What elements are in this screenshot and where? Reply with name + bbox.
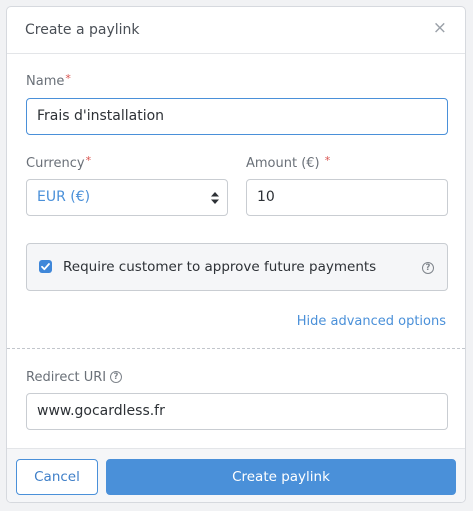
name-label: Name*: [26, 72, 71, 89]
dialog-title: Create a paylink: [25, 22, 140, 38]
redirect-uri-input[interactable]: www.gocardless.fr: [26, 393, 448, 430]
approval-checkbox-label[interactable]: Require customer to approve future payme…: [63, 259, 376, 275]
currency-label: Currency*: [26, 154, 92, 171]
create-paylink-dialog: Create a paylink × Name* Frais d'install…: [6, 6, 466, 503]
create-paylink-button[interactable]: Create paylink: [106, 459, 456, 495]
close-icon[interactable]: ×: [433, 20, 447, 37]
currency-label-text: Currency: [26, 156, 85, 171]
dialog-header: Create a paylink ×: [7, 7, 465, 54]
amount-label-text: Amount (€): [246, 156, 320, 171]
checkmark-icon: [41, 263, 50, 271]
select-arrows-icon: [211, 192, 219, 204]
dialog-footer: Cancel Create paylink: [7, 448, 465, 502]
currency-select-value: EUR (€): [37, 189, 91, 205]
redirect-uri-input-value: www.gocardless.fr: [37, 403, 165, 419]
currency-required-mark: *: [85, 154, 92, 167]
name-required-mark: *: [65, 72, 71, 85]
amount-label: Amount (€) *: [246, 154, 331, 171]
approval-option-panel: Require customer to approve future payme…: [26, 243, 448, 291]
approval-checkbox[interactable]: [39, 260, 52, 273]
hide-advanced-options-link[interactable]: Hide advanced options: [297, 314, 446, 329]
redirect-uri-help-icon[interactable]: ?: [110, 371, 122, 383]
amount-input-value: 10: [257, 189, 275, 205]
redirect-uri-label: Redirect URI: [26, 370, 106, 385]
amount-input[interactable]: 10: [246, 179, 448, 216]
cancel-button[interactable]: Cancel: [16, 459, 98, 495]
amount-required-mark: *: [324, 154, 331, 167]
currency-select[interactable]: EUR (€): [26, 179, 228, 216]
name-input[interactable]: Frais d'installation: [26, 98, 448, 135]
advanced-section-divider: [7, 348, 465, 349]
name-input-value: Frais d'installation: [37, 108, 165, 124]
name-label-text: Name: [26, 74, 65, 89]
approval-help-icon[interactable]: ?: [422, 262, 434, 274]
redirect-uri-label-text: Redirect URI: [26, 370, 107, 385]
